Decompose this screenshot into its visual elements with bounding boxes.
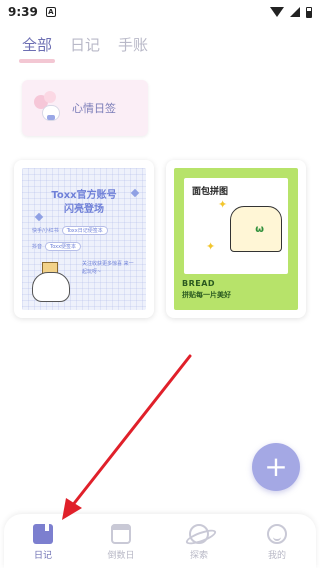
cover-row-prefix: 快手/小红书: [32, 228, 59, 234]
planet-icon: [189, 523, 209, 544]
notebook-card-toxx[interactable]: Toxx官方账号 闪亮登场 快手/小红书 Toxx日记便签本 抖音 Toxx便签…: [14, 160, 154, 318]
battery-icon: [306, 6, 312, 18]
bear-balloon-icon: [32, 91, 66, 125]
notification-icon: A: [45, 7, 56, 17]
cover-row-pill: Toxx日记便签本: [61, 226, 108, 235]
nav-label: 日记: [33, 550, 52, 561]
toast-face: ω: [255, 224, 264, 235]
signal-icon: [290, 7, 300, 17]
calendar-icon: [111, 523, 131, 544]
tab-all[interactable]: 全部: [18, 34, 56, 63]
status-bar: 9:39 A: [0, 0, 320, 24]
cover-paper: 面包拼图 ω ✦ ✦: [184, 178, 288, 274]
cover-title: 面包拼图: [192, 187, 229, 197]
nav-item-diary[interactable]: 日记: [13, 523, 73, 561]
cover-row-pill: Toxx便签本: [45, 242, 82, 251]
plus-icon: +: [264, 450, 288, 483]
bottom-navigation: 日记 倒数日 探索 我的: [4, 514, 316, 568]
nav-item-explore[interactable]: 探索: [169, 523, 229, 561]
cover-note: 关注收获更多惊喜 来一起玩呀~: [82, 261, 134, 275]
star-icon: ✦: [206, 240, 216, 253]
cover-social-row: 快手/小红书 Toxx日记便签本: [32, 226, 108, 235]
cover-title: Toxx官方账号: [51, 190, 117, 201]
notebook-cover: Toxx官方账号 闪亮登场 快手/小红书 Toxx日记便签本 抖音 Toxx便签…: [22, 168, 146, 310]
tab-diary[interactable]: 日记: [70, 34, 100, 61]
smile-icon: [267, 523, 287, 544]
notebook-cover: 面包拼图 ω ✦ ✦ BREAD 拼贴每一片美好: [174, 168, 298, 310]
cover-row-prefix: 抖音: [32, 244, 43, 250]
nav-label: 我的: [267, 550, 286, 561]
mood-sign-card[interactable]: 心情日签: [22, 80, 148, 136]
diary-icon: [33, 523, 53, 544]
wifi-icon: [270, 7, 284, 17]
nav-label: 探索: [189, 550, 208, 561]
star-icon: ✦: [218, 198, 228, 211]
cover-social-row: 抖音 Toxx便签本: [32, 242, 82, 251]
tab-handbook[interactable]: 手账: [118, 34, 148, 61]
nav-item-profile[interactable]: 我的: [247, 523, 307, 561]
notebook-card-bread[interactable]: 面包拼图 ω ✦ ✦ BREAD 拼贴每一片美好: [166, 160, 306, 318]
bear-icon: [32, 272, 70, 302]
cover-subtitle: 闪亮登场: [64, 204, 104, 215]
cover-brand: BREAD: [182, 279, 216, 288]
category-tabs: 全部 日记 手账: [18, 34, 148, 63]
cover-slogan: 拼贴每一片美好: [182, 291, 231, 299]
status-time: 9:39: [8, 5, 38, 19]
nav-item-countdown[interactable]: 倒数日: [91, 523, 151, 561]
status-icons: [270, 6, 312, 18]
nav-label: 倒数日: [107, 550, 135, 561]
mood-sign-label: 心情日签: [72, 102, 116, 115]
add-button[interactable]: +: [252, 443, 300, 491]
